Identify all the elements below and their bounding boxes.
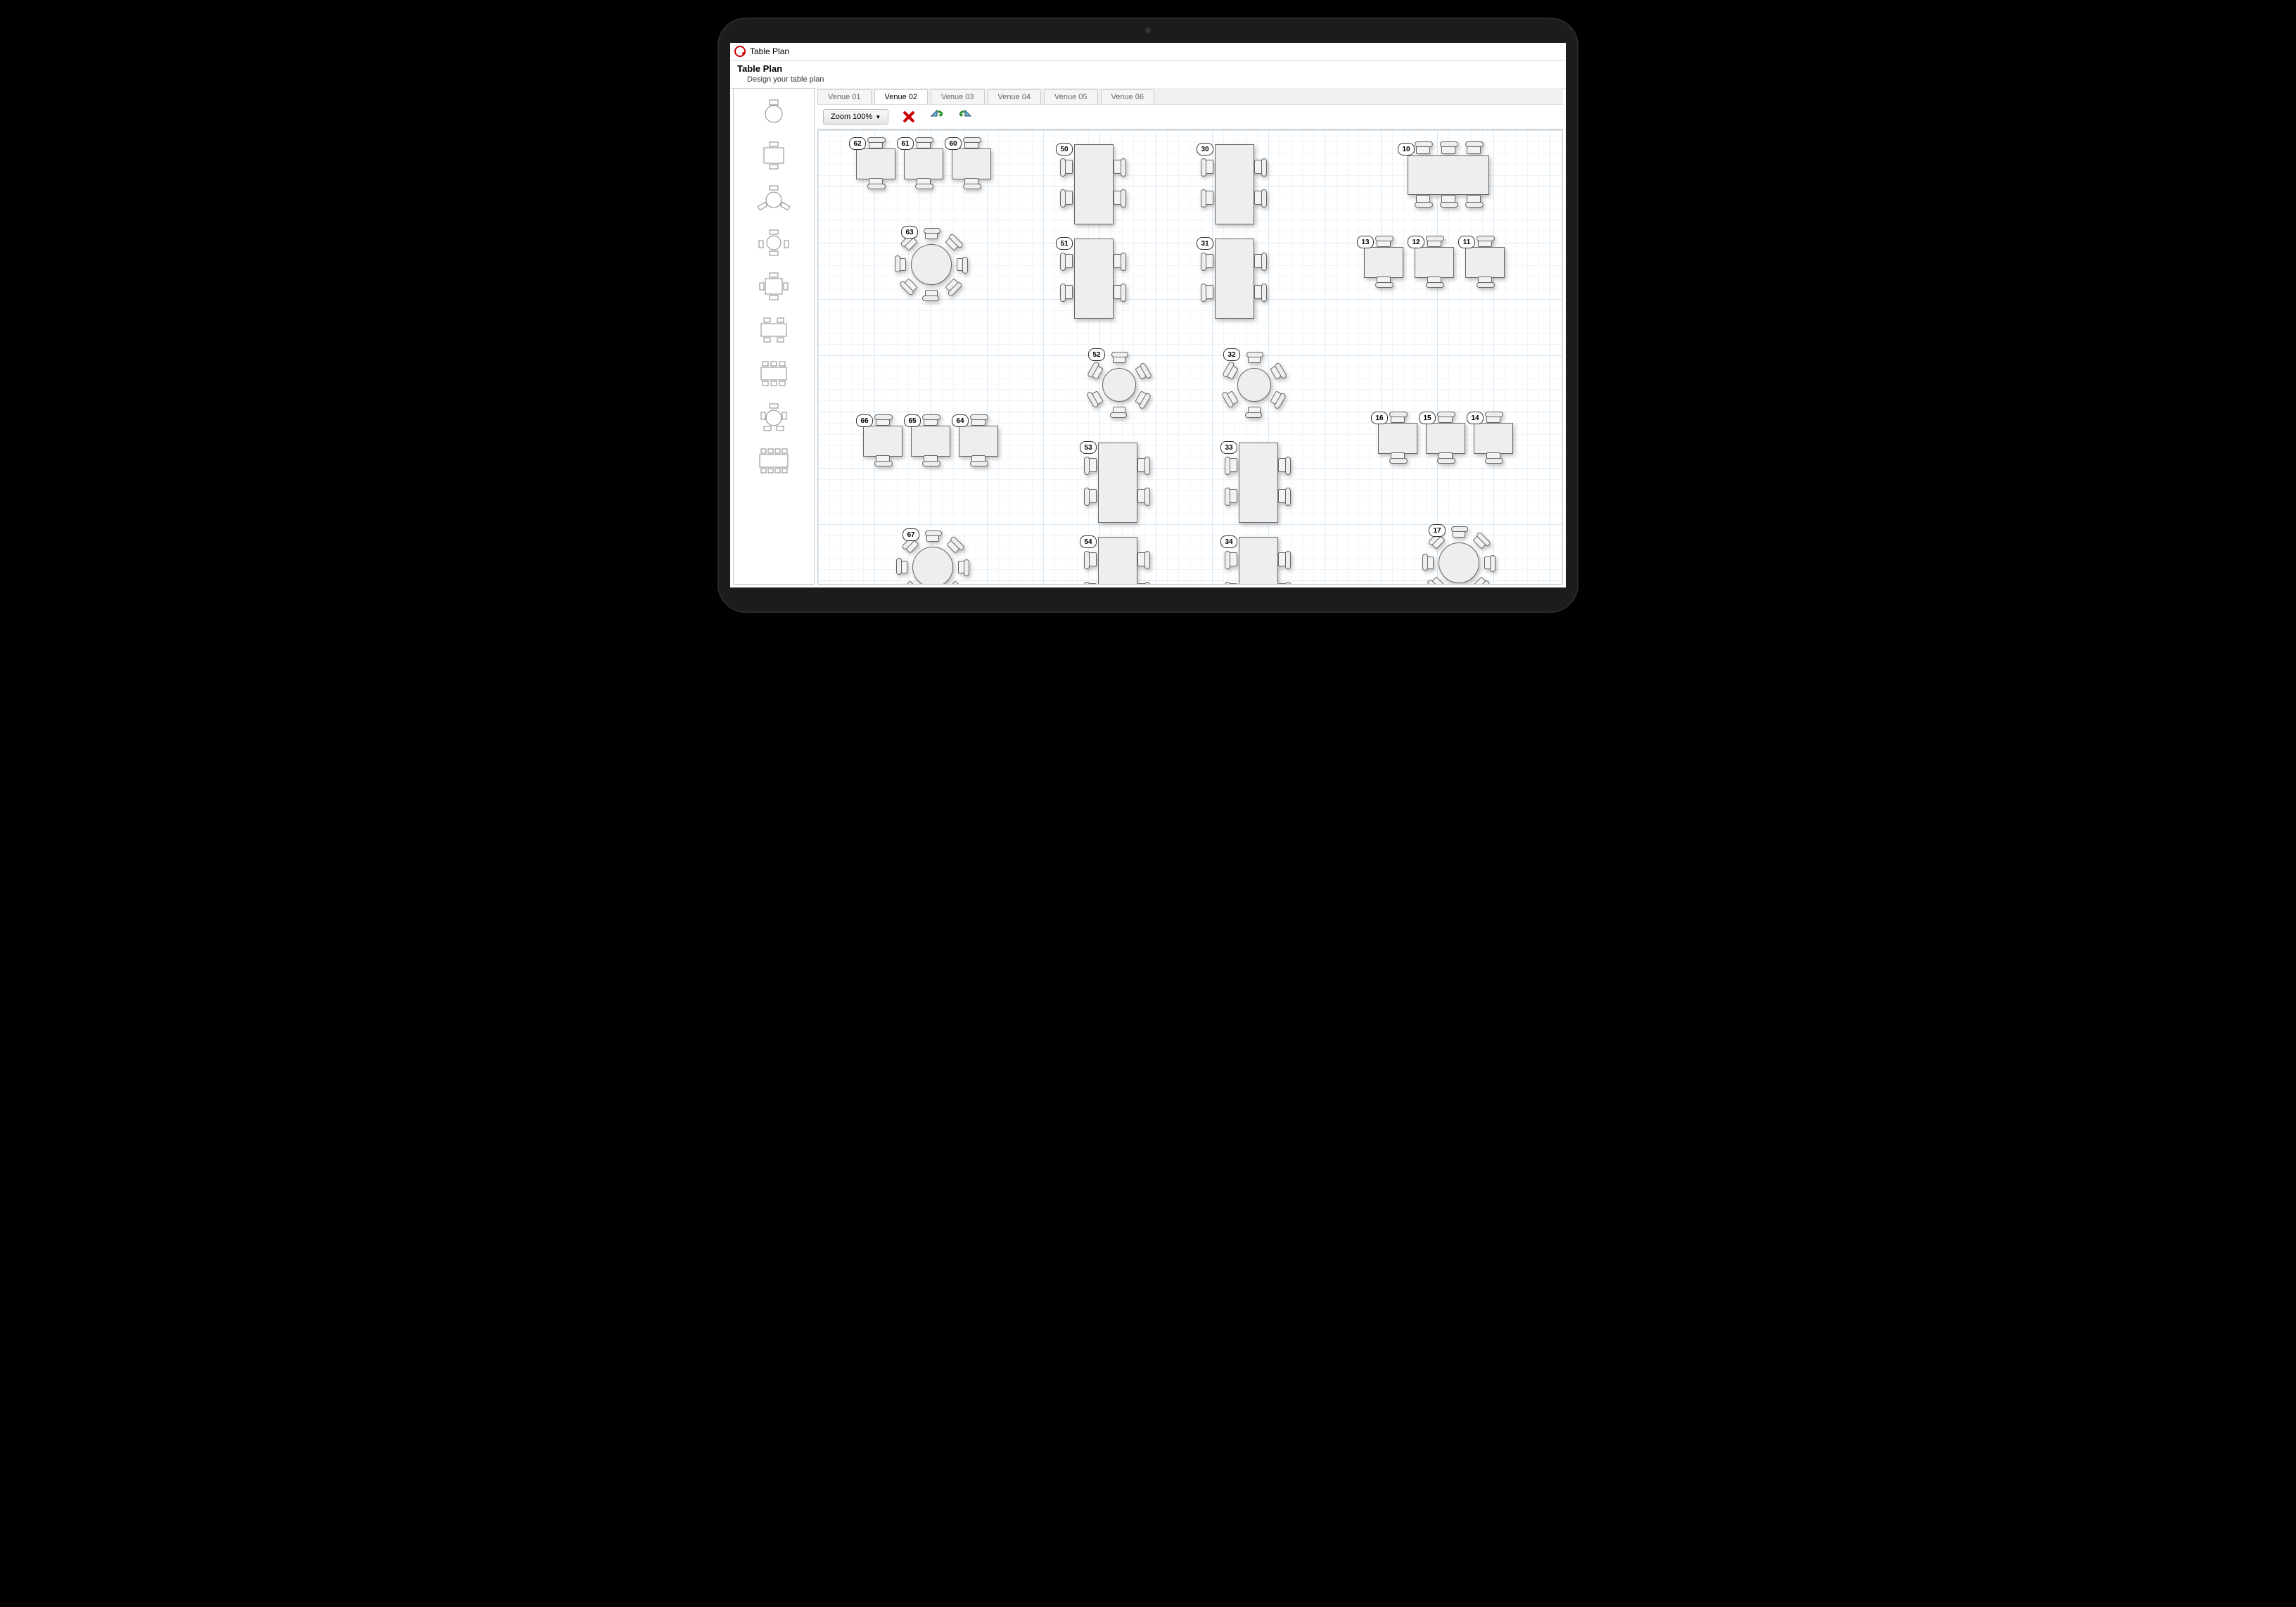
palette-round-1[interactable] xyxy=(754,93,793,128)
tab-venue-1[interactable]: Venue 01 xyxy=(817,89,872,104)
tab-venue-6[interactable]: Venue 06 xyxy=(1101,89,1155,104)
table-label: 52 xyxy=(1088,348,1105,361)
rotate-left-icon[interactable] xyxy=(929,109,945,125)
window-titlebar: Table Plan xyxy=(730,43,1566,61)
zoom-dropdown[interactable]: Zoom 100% xyxy=(823,109,888,125)
table-13[interactable]: 13 xyxy=(1361,240,1405,284)
table-11[interactable]: 11 xyxy=(1462,240,1506,284)
table-label: 33 xyxy=(1220,441,1237,454)
tab-venue-2[interactable]: Venue 02 xyxy=(874,89,929,104)
table-label: 10 xyxy=(1398,143,1415,155)
table-34[interactable]: 34 xyxy=(1226,534,1289,585)
tab-venue-5[interactable]: Venue 05 xyxy=(1044,89,1098,104)
table-label: 12 xyxy=(1408,236,1424,248)
table-14[interactable]: 14 xyxy=(1471,416,1514,459)
table-53[interactable]: 53 xyxy=(1085,440,1149,524)
table-label: 53 xyxy=(1080,441,1097,454)
page-subtitle: Design your table plan xyxy=(747,75,1559,84)
table-label: 11 xyxy=(1458,236,1475,248)
table-61[interactable]: 61 xyxy=(901,141,945,185)
page-title: Table Plan xyxy=(737,63,1559,74)
palette-round-3[interactable] xyxy=(754,180,793,215)
table-62[interactable]: 62 xyxy=(853,141,897,185)
table-17[interactable]: 17 xyxy=(1423,527,1493,585)
table-label: 50 xyxy=(1056,143,1073,155)
palette-rect-6b[interactable] xyxy=(754,355,793,390)
tab-venue-3[interactable]: Venue 03 xyxy=(931,89,985,104)
table-label: 63 xyxy=(901,226,918,239)
table-31[interactable]: 31 xyxy=(1202,236,1265,320)
table-label: 31 xyxy=(1197,237,1213,250)
table-label: 67 xyxy=(903,528,919,541)
table-label: 62 xyxy=(849,137,866,150)
tab-venue-4[interactable]: Venue 04 xyxy=(988,89,1042,104)
palette-rect-8[interactable] xyxy=(754,442,793,477)
palette-round-5[interactable] xyxy=(754,398,793,433)
canvas-toolbar: Zoom 100% xyxy=(817,105,1563,129)
table-64[interactable]: 64 xyxy=(956,419,1000,462)
table-label: 64 xyxy=(952,414,969,427)
table-32[interactable]: 32 xyxy=(1220,351,1287,417)
delete-icon[interactable] xyxy=(901,109,917,125)
table-label: 66 xyxy=(856,414,873,427)
page-header: Table Plan Design your table plan xyxy=(730,61,1566,89)
table-63[interactable]: 63 xyxy=(895,229,966,299)
table-label: 17 xyxy=(1429,524,1446,537)
shape-palette xyxy=(733,88,815,585)
table-67[interactable]: 67 xyxy=(897,531,967,585)
rotate-right-icon[interactable] xyxy=(957,109,973,125)
table-66[interactable]: 66 xyxy=(860,419,904,462)
table-30[interactable]: 30 xyxy=(1202,141,1265,226)
table-label: 60 xyxy=(945,137,962,150)
table-label: 34 xyxy=(1220,535,1237,548)
floor-plan-canvas[interactable]: 6261605030106351311312115232666564161514… xyxy=(817,129,1563,585)
palette-square-4[interactable] xyxy=(754,267,793,303)
table-52[interactable]: 52 xyxy=(1085,351,1152,417)
table-label: 14 xyxy=(1467,412,1484,424)
table-10[interactable]: 10 xyxy=(1402,144,1493,205)
palette-rect-6[interactable] xyxy=(754,311,793,346)
table-50[interactable]: 50 xyxy=(1061,141,1125,226)
palette-square-2[interactable] xyxy=(754,136,793,172)
app-icon xyxy=(734,46,746,57)
table-label: 32 xyxy=(1223,348,1240,361)
table-label: 15 xyxy=(1419,412,1436,424)
table-54[interactable]: 54 xyxy=(1085,534,1149,585)
table-label: 13 xyxy=(1357,236,1374,248)
table-33[interactable]: 33 xyxy=(1226,440,1289,524)
table-label: 54 xyxy=(1080,535,1097,548)
table-60[interactable]: 60 xyxy=(949,141,993,185)
table-label: 16 xyxy=(1371,412,1388,424)
venue-tabs: Venue 01Venue 02Venue 03Venue 04Venue 05… xyxy=(817,88,1563,105)
table-12[interactable]: 12 xyxy=(1412,240,1455,284)
table-label: 30 xyxy=(1197,143,1213,155)
table-51[interactable]: 51 xyxy=(1061,236,1125,320)
window-title: Table Plan xyxy=(750,46,789,56)
table-65[interactable]: 65 xyxy=(908,419,952,462)
table-15[interactable]: 15 xyxy=(1423,416,1467,459)
table-label: 51 xyxy=(1056,237,1073,250)
table-16[interactable]: 16 xyxy=(1375,416,1419,459)
table-label: 61 xyxy=(897,137,914,150)
palette-round-4[interactable] xyxy=(754,224,793,259)
table-label: 65 xyxy=(904,414,921,427)
